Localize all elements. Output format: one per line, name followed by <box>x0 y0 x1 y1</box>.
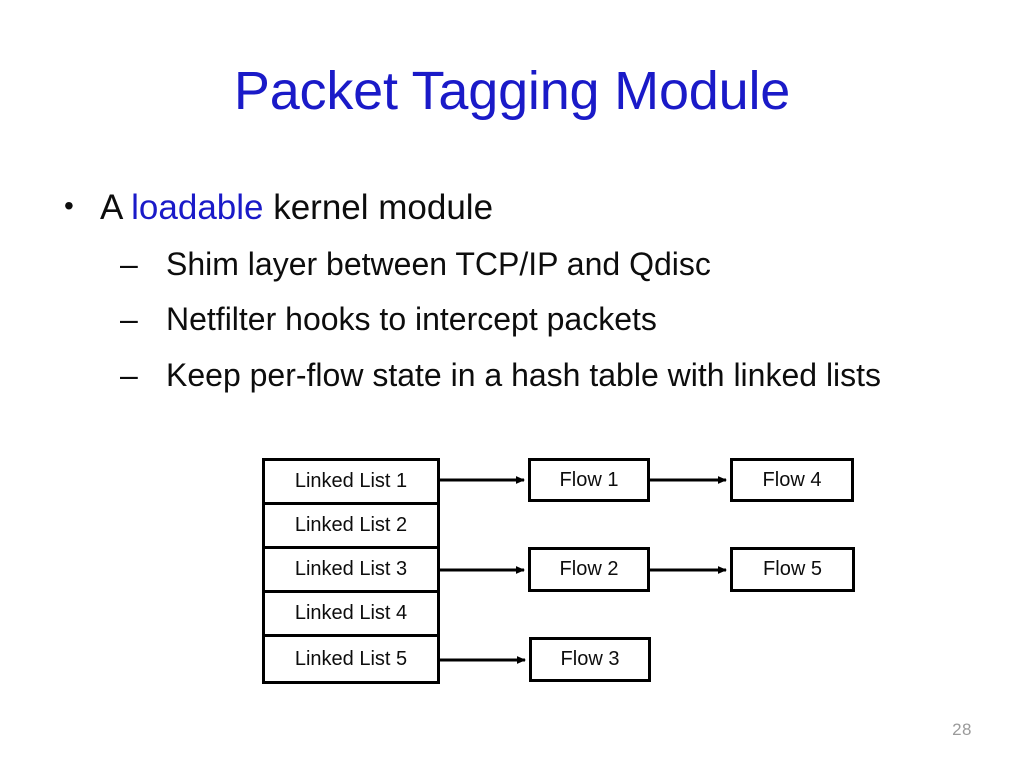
connector-arrows <box>440 476 727 664</box>
hash-bucket-row: Linked List 5 <box>265 637 437 681</box>
flow-node: Flow 4 <box>730 458 854 502</box>
hash-bucket-row: Linked List 3 <box>265 549 437 593</box>
flow-node: Flow 2 <box>528 547 650 592</box>
flow-node: Flow 3 <box>529 637 651 682</box>
flow-node: Flow 5 <box>730 547 855 592</box>
hash-bucket-row: Linked List 4 <box>265 593 437 637</box>
hash-table-diagram: Linked List 1 Linked List 2 Linked List … <box>0 0 1024 768</box>
hash-table-column: Linked List 1 Linked List 2 Linked List … <box>262 458 440 684</box>
hash-bucket-row: Linked List 2 <box>265 505 437 549</box>
flow-node: Flow 1 <box>528 458 650 502</box>
page-number: 28 <box>952 720 972 739</box>
slide-canvas: Packet Tagging Module • A loadable kernel… <box>0 0 1024 768</box>
hash-bucket-row: Linked List 1 <box>265 461 437 505</box>
